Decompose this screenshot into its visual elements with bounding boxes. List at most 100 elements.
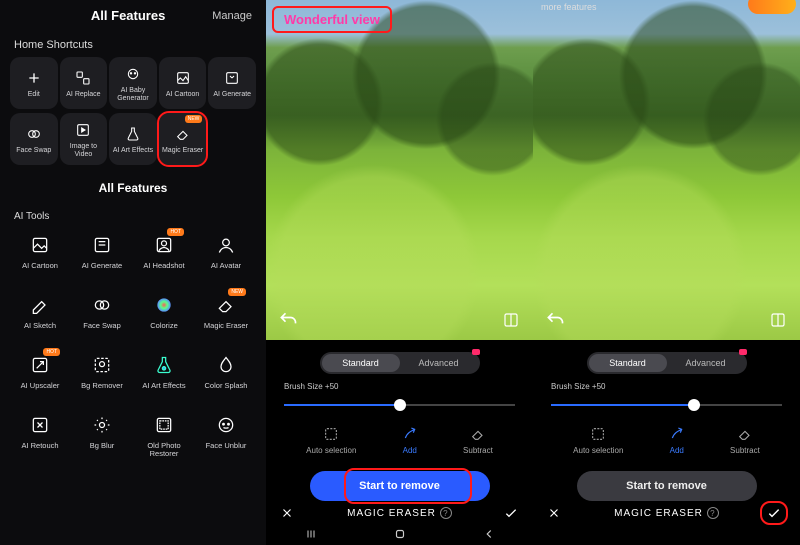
brush-size-label: Brush Size +50	[533, 380, 800, 393]
add-icon	[401, 425, 419, 443]
shortcut-ai-baby[interactable]: AI Baby Generator	[109, 57, 157, 109]
compare-button[interactable]	[499, 308, 523, 332]
tab-standard[interactable]: Standard	[589, 354, 667, 372]
confirm-button[interactable]	[503, 505, 519, 521]
close-button[interactable]	[547, 506, 561, 520]
sketch-icon	[29, 294, 51, 316]
plus-icon	[25, 69, 43, 87]
help-icon[interactable]: ?	[440, 507, 452, 519]
shortcuts-row-1: Edit AI Replace AI Baby Generator AI Car…	[0, 57, 266, 109]
mode-subtract[interactable]: Subtract	[463, 425, 493, 455]
photo-canvas[interactable]: more features	[533, 0, 800, 340]
tool-face-swap[interactable]: Face Swap	[72, 286, 132, 342]
shortcut-ai-cartoon[interactable]: AI Cartoon	[159, 57, 207, 109]
panel-header: All Features Manage	[0, 0, 266, 29]
subtract-icon	[469, 425, 487, 443]
start-remove-button[interactable]: Start to remove	[577, 471, 757, 501]
tab-advanced[interactable]: Advanced	[667, 354, 745, 372]
tool-colorize[interactable]: Colorize	[134, 286, 194, 342]
undo-button[interactable]	[276, 308, 300, 332]
help-icon[interactable]: ?	[707, 507, 719, 519]
back-icon[interactable]	[479, 527, 499, 541]
ai-tools-label: AI Tools	[0, 203, 266, 226]
more-features-label: more features	[541, 2, 597, 12]
home-icon[interactable]	[390, 527, 410, 541]
mode-auto[interactable]: Auto selection	[306, 425, 356, 455]
compare-button[interactable]	[766, 308, 790, 332]
mode-subtract[interactable]: Subtract	[730, 425, 760, 455]
generate-icon	[223, 69, 241, 87]
selection-modes: Auto selection Add Subtract	[266, 421, 533, 459]
manage-link[interactable]: Manage	[212, 10, 252, 22]
magic-eraser-panel-before: Wonderful view Standard Advanced Brush S…	[266, 0, 533, 545]
more-features-pill[interactable]	[748, 0, 796, 14]
mode-tabs: Standard Advanced	[587, 352, 747, 374]
shortcut-face-swap[interactable]: Face Swap	[10, 113, 58, 165]
flask-icon	[124, 125, 142, 143]
baby-icon	[124, 65, 142, 83]
new-badge: NEW	[228, 288, 246, 296]
header-title: All Features	[44, 8, 212, 23]
tool-ai-generate[interactable]: AI Generate	[72, 226, 132, 282]
footer-bar: MAGIC ERASER?	[533, 507, 800, 519]
undo-redo-row	[543, 308, 790, 332]
hot-badge: HOT	[167, 228, 184, 236]
shortcut-ai-generate[interactable]: AI Generate	[208, 57, 256, 109]
image-icon	[29, 234, 51, 256]
shortcuts-row-2: Face Swap Image to Video AI Art Effects …	[0, 113, 266, 165]
restore-icon	[153, 414, 175, 436]
close-button[interactable]	[280, 506, 294, 520]
all-features-panel: All Features Manage Home Shortcuts Edit …	[0, 0, 266, 545]
retouch-icon	[29, 414, 51, 436]
home-shortcuts-label: Home Shortcuts	[0, 29, 266, 57]
tool-magic-eraser[interactable]: NEWMagic Eraser	[196, 286, 256, 342]
tool-bg-remover[interactable]: Bg Remover	[72, 346, 132, 402]
tab-standard[interactable]: Standard	[322, 354, 400, 372]
shortcut-image-to-video[interactable]: Image to Video	[60, 113, 108, 165]
unblur-icon	[215, 414, 237, 436]
tool-ai-art-effects[interactable]: AI Art Effects	[134, 346, 194, 402]
shortcut-ai-art-effects[interactable]: AI Art Effects	[109, 113, 157, 165]
start-remove-button[interactable]: Start to remove	[310, 471, 490, 501]
tool-ai-retouch[interactable]: AI Retouch	[10, 406, 70, 467]
photo-canvas[interactable]: Wonderful view	[266, 0, 533, 340]
overlay-text: Wonderful view	[272, 6, 392, 33]
advanced-badge-icon	[739, 349, 747, 355]
tool-ai-sketch[interactable]: AI Sketch	[10, 286, 70, 342]
face-swap-icon	[91, 294, 113, 316]
new-badge: NEW	[185, 115, 203, 123]
tool-ai-cartoon[interactable]: AI Cartoon	[10, 226, 70, 282]
shortcut-edit[interactable]: Edit	[10, 57, 58, 109]
tool-ai-upscaler[interactable]: HOTAI Upscaler	[10, 346, 70, 402]
mode-add[interactable]: Add	[668, 425, 686, 455]
tool-bg-blur[interactable]: Bg Blur	[72, 406, 132, 467]
android-navbar	[266, 523, 533, 545]
avatar-icon	[215, 234, 237, 256]
eraser-icon	[174, 125, 192, 143]
upscale-icon	[29, 354, 51, 376]
splash-icon	[215, 354, 237, 376]
tab-advanced[interactable]: Advanced	[400, 354, 478, 372]
tool-old-photo[interactable]: Old Photo Restorer	[134, 406, 194, 467]
recent-apps-icon[interactable]	[301, 527, 321, 541]
headshot-icon	[153, 234, 175, 256]
eraser-icon	[215, 294, 237, 316]
undo-button[interactable]	[543, 308, 567, 332]
tool-ai-avatar[interactable]: AI Avatar	[196, 226, 256, 282]
mode-auto[interactable]: Auto selection	[573, 425, 623, 455]
shortcut-ai-replace[interactable]: AI Replace	[60, 57, 108, 109]
subtract-icon	[736, 425, 754, 443]
mode-add[interactable]: Add	[401, 425, 419, 455]
tool-color-splash[interactable]: Color Splash	[196, 346, 256, 402]
play-icon	[74, 121, 92, 139]
generate-icon	[91, 234, 113, 256]
brush-size-slider[interactable]	[551, 399, 782, 411]
blur-icon	[91, 414, 113, 436]
shortcut-magic-eraser[interactable]: NEW Magic Eraser	[159, 113, 207, 165]
tool-ai-headshot[interactable]: HOTAI Headshot	[134, 226, 194, 282]
tool-face-unblur[interactable]: Face Unblur	[196, 406, 256, 467]
confirm-button[interactable]	[762, 503, 786, 523]
brush-size-slider[interactable]	[284, 399, 515, 411]
ai-tools-grid: AI Cartoon AI Generate HOTAI Headshot AI…	[0, 226, 266, 467]
magic-eraser-panel-after: more features Standard Advanced Brush Si…	[533, 0, 800, 545]
